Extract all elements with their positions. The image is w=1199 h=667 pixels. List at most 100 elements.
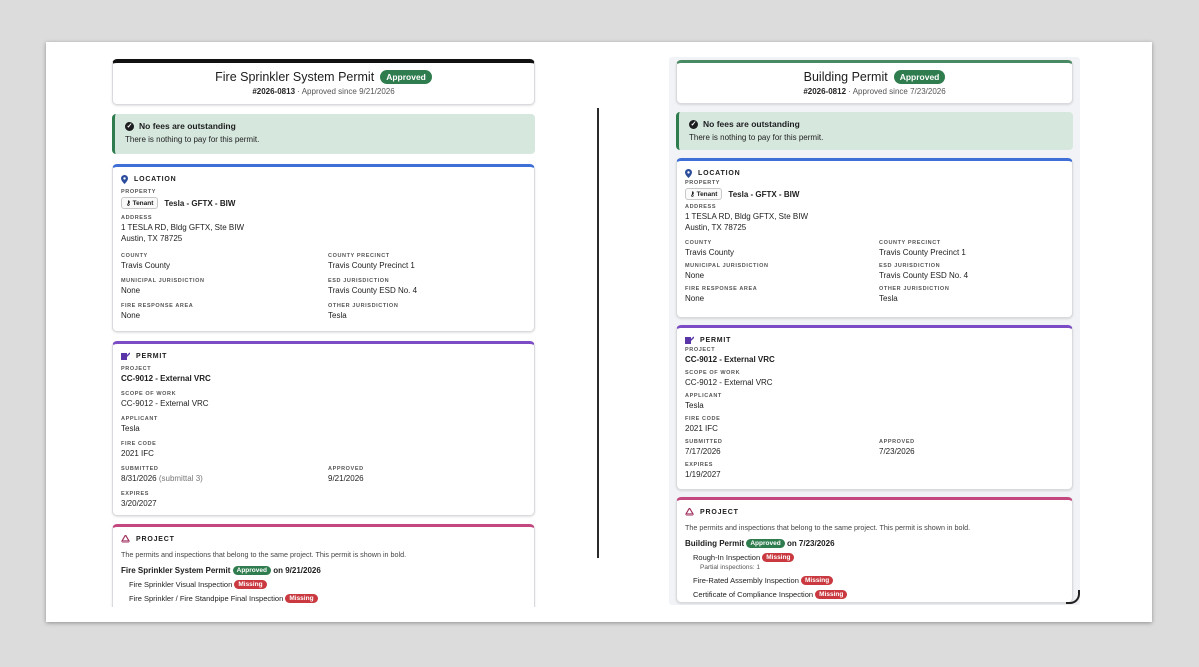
alert-text: There is nothing to pay for this permit.	[125, 135, 260, 144]
submitted-value: 8/31/2026	[121, 474, 157, 483]
submitted-field: SUBMITTED 7/17/2026	[685, 439, 722, 456]
expires-field: EXPIRES 1/19/2027	[685, 462, 721, 479]
project-permit-date: on 9/21/2026	[273, 566, 321, 575]
fees-alert: ✓ No fees are outstanding There is nothin…	[112, 114, 535, 154]
precinct-label: COUNTY PRECINCT	[328, 253, 390, 259]
inspection-name[interactable]: Fire Sprinkler Visual Inspection	[129, 580, 232, 589]
inspection-name[interactable]: Certificate of Compliance Inspection	[693, 590, 813, 599]
precinct-label: COUNTY PRECINCT	[879, 240, 941, 246]
approved-label: APPROVED	[328, 466, 364, 472]
county-field: COUNTY Travis County	[121, 253, 170, 270]
other-jurisdiction-field: OTHER JURISDICTION Tesla	[328, 303, 398, 320]
other-jurisdiction-field: OTHER JURISDICTION Tesla	[879, 286, 949, 303]
applicant-value: Tesla	[685, 401, 704, 410]
permit-card: PERMIT PROJECT CC-9012 - External VRC SC…	[676, 325, 1073, 490]
alert-title: No fees are outstanding	[703, 119, 800, 129]
submitted-field: SUBMITTED 8/31/2026 (submittal 3)	[121, 466, 203, 483]
esd-value: Travis County ESD No. 4	[328, 286, 418, 295]
fire-area-field: FIRE RESPONSE AREA None	[121, 303, 193, 320]
other-label: OTHER JURISDICTION	[879, 286, 950, 292]
permit-subtitle: #2026-0812 · Approved since 7/23/2026	[677, 87, 1072, 96]
project-value: CC-9012 - External VRC	[121, 374, 211, 383]
status-badge: Approved	[232, 566, 271, 575]
esd-label: ESD JURISDICTION	[328, 278, 390, 284]
inspection-name[interactable]: Fire Sprinkler / Fire Standpipe Final In…	[129, 594, 283, 603]
permit-heading: PERMIT	[136, 352, 168, 360]
tenant-tag: ⚷ Tenant	[121, 197, 159, 209]
esd-field: ESD JURISDICTION Travis County ESD No. 4	[328, 278, 417, 295]
expires-value: 1/19/2027	[685, 470, 721, 479]
county-field: COUNTY Travis County	[685, 240, 734, 257]
missing-badge: Missing	[815, 590, 848, 599]
project-icon	[121, 535, 130, 543]
project-field: PROJECT CC-9012 - External VRC	[685, 347, 775, 364]
project-permit-date: on 7/23/2026	[786, 539, 835, 548]
municipal-field: MUNICIPAL JURISDICTION None	[685, 263, 769, 280]
scope-field: SCOPE OF WORK CC-9012 - External VRC	[121, 391, 209, 408]
project-heading: PROJECT	[136, 535, 175, 543]
address-field: ADDRESS 1 TESLA RD, Bldg GFTX, Ste BIW A…	[121, 215, 244, 243]
project-permit-row[interactable]: Building Permit Approved on 7/23/2026	[685, 539, 1072, 548]
permit-card: PERMIT PROJECT CC-9012 - External VRC SC…	[112, 341, 535, 516]
inspection-name[interactable]: Fire-Rated Assembly Inspection	[693, 576, 799, 585]
applicant-value: Tesla	[121, 424, 140, 433]
fire-code-label: FIRE CODE	[121, 441, 157, 447]
inspection-row[interactable]: Rough-In Inspection Missing	[693, 553, 1072, 562]
inspection-row[interactable]: Fire-Rated Assembly Inspection Missing	[693, 576, 1072, 585]
left-permit-panel: Fire Sprinkler System Permit Approved #2…	[110, 57, 537, 607]
inspection-row[interactable]: Fire Sprinkler Visual Inspection Missing	[129, 580, 534, 589]
partial-inspections-note: Partial inspections: 1	[700, 564, 760, 571]
missing-badge: Missing	[234, 580, 267, 589]
inspection-row[interactable]: Certificate of Compliance Inspection Mis…	[693, 590, 1072, 599]
right-permit-panel: Building Permit Approved #2026-0812 · Ap…	[669, 57, 1080, 605]
location-card: LOCATION PROPERTY ⚷ Tenant Tesla - GFTX …	[112, 164, 535, 332]
check-circle-icon: ✓	[689, 119, 698, 129]
approved-field: APPROVED 9/21/2026	[328, 466, 364, 483]
fees-alert: ✓ No fees are outstanding There is nothin…	[676, 112, 1073, 150]
project-card: PROJECT The permits and inspections that…	[112, 524, 535, 607]
fire-code-field: FIRE CODE 2021 IFC	[685, 416, 720, 433]
precinct-field: COUNTY PRECINCT Travis County Precinct 1	[328, 253, 415, 270]
address-line1: 1 TESLA RD, Bldg GFTX, Ste BIW	[685, 212, 809, 221]
permit-heading: PERMIT	[700, 336, 732, 344]
permit-number: #2026-0812	[803, 87, 847, 96]
project-permit-row[interactable]: Fire Sprinkler System Permit Approved on…	[121, 566, 534, 575]
project-description: The permits and inspections that belong …	[685, 523, 971, 532]
map-pin-icon	[685, 169, 692, 178]
property-value[interactable]: Tesla - GFTX - BIW	[164, 199, 235, 208]
property-value[interactable]: Tesla - GFTX - BIW	[728, 190, 799, 199]
project-heading: PROJECT	[700, 508, 739, 516]
property-field: PROPERTY ⚷ Tenant Tesla - GFTX - BIW	[685, 180, 799, 200]
other-value: Tesla	[879, 294, 898, 303]
inspection-name[interactable]: Rough-In Inspection	[693, 553, 760, 562]
fire-area-label: FIRE RESPONSE AREA	[685, 286, 758, 292]
expires-field: EXPIRES 3/20/2027	[121, 491, 157, 508]
address-label: ADDRESS	[121, 215, 153, 221]
municipal-label: MUNICIPAL JURISDICTION	[685, 263, 769, 269]
project-label: PROJECT	[121, 366, 152, 372]
panel-divider	[597, 108, 599, 558]
other-value: Tesla	[328, 311, 347, 320]
precinct-value: Travis County Precinct 1	[879, 248, 966, 257]
project-permit-name[interactable]: Fire Sprinkler System Permit	[121, 566, 230, 575]
project-permit-name[interactable]: Building Permit	[685, 539, 744, 548]
submitted-label: SUBMITTED	[121, 466, 159, 472]
location-card: LOCATION PROPERTY ⚷ Tenant Tesla - GFTX …	[676, 158, 1073, 318]
missing-badge: Missing	[285, 594, 318, 603]
scope-value: CC-9012 - External VRC	[685, 378, 773, 387]
missing-badge: Missing	[800, 576, 834, 585]
municipal-value: None	[685, 271, 705, 280]
permit-subtitle: #2026-0813 · Approved since 9/21/2026	[113, 87, 534, 96]
project-icon	[685, 508, 694, 516]
applicant-field: APPLICANT Tesla	[121, 416, 158, 433]
inspection-row[interactable]: Fire Sprinkler / Fire Standpipe Final In…	[129, 594, 534, 603]
alert-text: There is nothing to pay for this permit.	[689, 133, 824, 142]
address-line2: Austin, TX 78725	[121, 234, 183, 243]
county-value: Travis County	[121, 261, 171, 270]
permit-number: #2026-0813	[252, 87, 296, 96]
key-icon: ⚷	[690, 191, 695, 198]
municipal-label: MUNICIPAL JURISDICTION	[121, 278, 205, 284]
project-card: PROJECT The permits and inspections that…	[676, 497, 1073, 603]
permit-header: Fire Sprinkler System Permit Approved #2…	[112, 59, 535, 105]
check-circle-icon: ✓	[125, 121, 134, 131]
